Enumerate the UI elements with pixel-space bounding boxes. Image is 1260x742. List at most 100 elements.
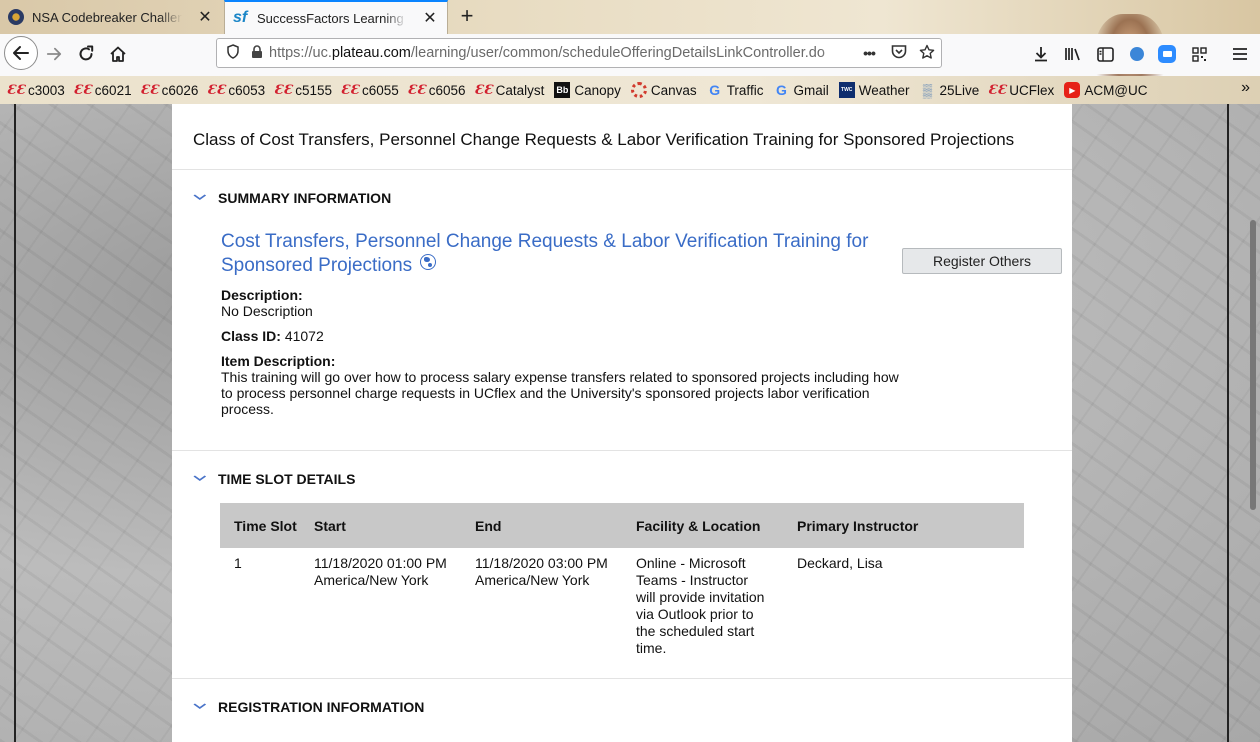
uc-icon: ƐƐ — [474, 82, 493, 98]
zoom-extension-icon[interactable] — [1156, 43, 1178, 65]
bookmark-label: Weather — [858, 82, 910, 98]
time-slot-heading: TIME SLOT DETAILS — [218, 471, 356, 487]
summary-heading: SUMMARY INFORMATION — [218, 190, 392, 206]
bookmark-c6053[interactable]: ƐƐ c6053 — [207, 82, 265, 98]
close-tab-icon[interactable]: ✕ — [421, 8, 439, 28]
register-others-button[interactable]: Register Others — [902, 248, 1062, 274]
description-label: Description: — [221, 287, 303, 303]
bookmark-ucflex[interactable]: ƐƐ UCFlex — [987, 82, 1055, 98]
reload-button[interactable] — [70, 38, 102, 70]
extension-blue-icon[interactable] — [1126, 43, 1148, 65]
bookmark-label: c6056 — [428, 82, 466, 98]
library-icon[interactable] — [1062, 43, 1084, 65]
class-id-label: Class ID: — [221, 328, 281, 344]
back-button[interactable] — [4, 36, 38, 70]
tab-nsa-codebreaker[interactable]: NSA Codebreaker Challenge ✕ — [0, 0, 222, 34]
close-tab-icon[interactable]: ✕ — [196, 7, 214, 27]
bookmark-gmail[interactable]: G Gmail — [773, 82, 829, 98]
divider — [172, 678, 1072, 679]
chevron-down-icon — [193, 473, 215, 485]
page-viewport: Class of Cost Transfers, Personnel Chang… — [0, 104, 1260, 742]
new-tab-button[interactable]: + — [454, 3, 480, 29]
bookmark-label: Traffic — [726, 82, 764, 98]
summary-section-toggle[interactable]: SUMMARY INFORMATION — [193, 190, 392, 206]
bookmark-label: c3003 — [28, 82, 65, 98]
downloads-icon[interactable] — [1030, 43, 1052, 65]
scrollbar-thumb[interactable] — [1250, 220, 1256, 510]
sf-logo-icon: sf — [233, 9, 248, 26]
url-path: /learning/user/common/scheduleOfferingDe… — [410, 45, 825, 61]
bookmark-label: Canvas — [650, 82, 697, 98]
weather-channel-icon: TWC — [838, 82, 855, 98]
bookmark-label: 25Live — [939, 82, 980, 98]
registration-section-toggle[interactable]: REGISTRATION INFORMATION — [193, 699, 424, 715]
padlock-icon[interactable] — [245, 44, 269, 62]
tab-successfactors[interactable]: sf SuccessFactors Learning ✕ — [224, 0, 448, 34]
page-title: Class of Cost Transfers, Personnel Chang… — [193, 130, 1015, 149]
tab-strip: NSA Codebreaker Challenge ✕ sf SuccessFa… — [0, 0, 1260, 104]
uc-icon: ƐƐ — [207, 82, 226, 98]
sidebar-icon[interactable] — [1094, 43, 1116, 65]
course-title[interactable]: Cost Transfers, Personnel Change Request… — [221, 230, 911, 278]
uc-icon: ƐƐ — [407, 82, 427, 98]
forward-button[interactable] — [38, 38, 70, 70]
canvas-icon — [630, 82, 647, 98]
tab-title: SuccessFactors Learning — [257, 10, 404, 26]
divider — [172, 450, 1072, 451]
uc-icon: ƐƐ — [273, 82, 293, 98]
bookmark-star-icon[interactable] — [915, 44, 939, 63]
time-slot-section-toggle[interactable]: TIME SLOT DETAILS — [193, 471, 356, 487]
pocket-icon[interactable] — [887, 44, 911, 62]
google-icon: G — [709, 82, 721, 98]
uc-icon: ƐƐ — [73, 82, 93, 98]
youtube-icon: ▶ — [1064, 82, 1081, 98]
bookmark-c6056[interactable]: ƐƐ c6056 — [407, 82, 466, 98]
uc-icon: ƐƐ — [987, 82, 1007, 98]
blackboard-icon: Bb — [554, 82, 571, 98]
tracking-shield-icon[interactable] — [221, 44, 245, 62]
bookmark-acm-uc[interactable]: ▶ ACM@UC — [1064, 82, 1148, 98]
uc-icon: ƐƐ — [140, 82, 159, 98]
bookmark-c6055[interactable]: ƐƐ c6055 — [341, 82, 399, 98]
bookmark-weather[interactable]: TWC Weather — [838, 82, 910, 98]
home-button[interactable] — [102, 38, 134, 70]
globe-icon[interactable] — [420, 254, 437, 270]
time-slot-number: 1 — [234, 555, 242, 571]
time-slot-table: Time Slot Start End Facility & Location … — [220, 503, 1024, 657]
google-icon: G — [776, 82, 787, 98]
bookmark-c6021[interactable]: ƐƐ c6021 — [73, 82, 131, 98]
bookmark-c5155[interactable]: ƐƐ c5155 — [273, 82, 332, 98]
bookmark-canvas[interactable]: Canvas — [630, 82, 697, 98]
home-icon — [110, 46, 126, 62]
chevron-down-icon — [193, 701, 215, 713]
url-text[interactable]: https://uc.plateau.com/learning/user/com… — [269, 45, 849, 61]
start-time: 11/18/2020 01:00 PM America/New York — [314, 555, 447, 588]
bookmark-25live[interactable]: ▒ 25Live — [920, 82, 980, 98]
course-title-text[interactable]: Cost Transfers, Personnel Change Request… — [221, 231, 868, 276]
qr-code-icon[interactable] — [1188, 43, 1210, 65]
tab-title: NSA Codebreaker Challenge — [32, 9, 182, 25]
column-header: Time Slot — [220, 503, 300, 548]
vertical-scrollbar[interactable] — [1230, 104, 1260, 742]
address-bar[interactable]: https://uc.plateau.com/learning/user/com… — [216, 38, 942, 68]
arrow-left-icon — [13, 46, 29, 60]
facility-location: Online - Microsoft Teams - Instructor wi… — [636, 555, 765, 656]
page-border-left — [14, 104, 16, 742]
bookmark-canopy[interactable]: Bb Canopy — [554, 82, 621, 98]
bookmark-label: Canopy — [574, 82, 621, 98]
url-scheme: https://uc. — [269, 45, 332, 61]
bookmark-c3003[interactable]: ƐƐ c3003 — [7, 82, 65, 98]
bookmark-traffic[interactable]: G Traffic — [707, 82, 764, 98]
column-header: End — [461, 503, 622, 548]
more-bookmarks-icon[interactable]: » — [1241, 79, 1250, 97]
bookmark-catalyst[interactable]: ƐƐ Catalyst — [474, 82, 544, 98]
bookmark-c6026[interactable]: ƐƐ c6026 — [140, 82, 199, 98]
item-description-label: Item Description: — [221, 353, 336, 369]
bookmark-label: c6026 — [161, 82, 199, 98]
page-actions-icon[interactable]: ••• — [857, 45, 881, 61]
bookmark-label: c5155 — [295, 82, 332, 98]
arrow-right-icon — [46, 47, 62, 61]
bookmark-label: UCFlex — [1009, 82, 1055, 98]
menu-hamburger-icon[interactable] — [1229, 43, 1251, 65]
table-header-row: Time Slot Start End Facility & Location … — [220, 503, 1024, 548]
